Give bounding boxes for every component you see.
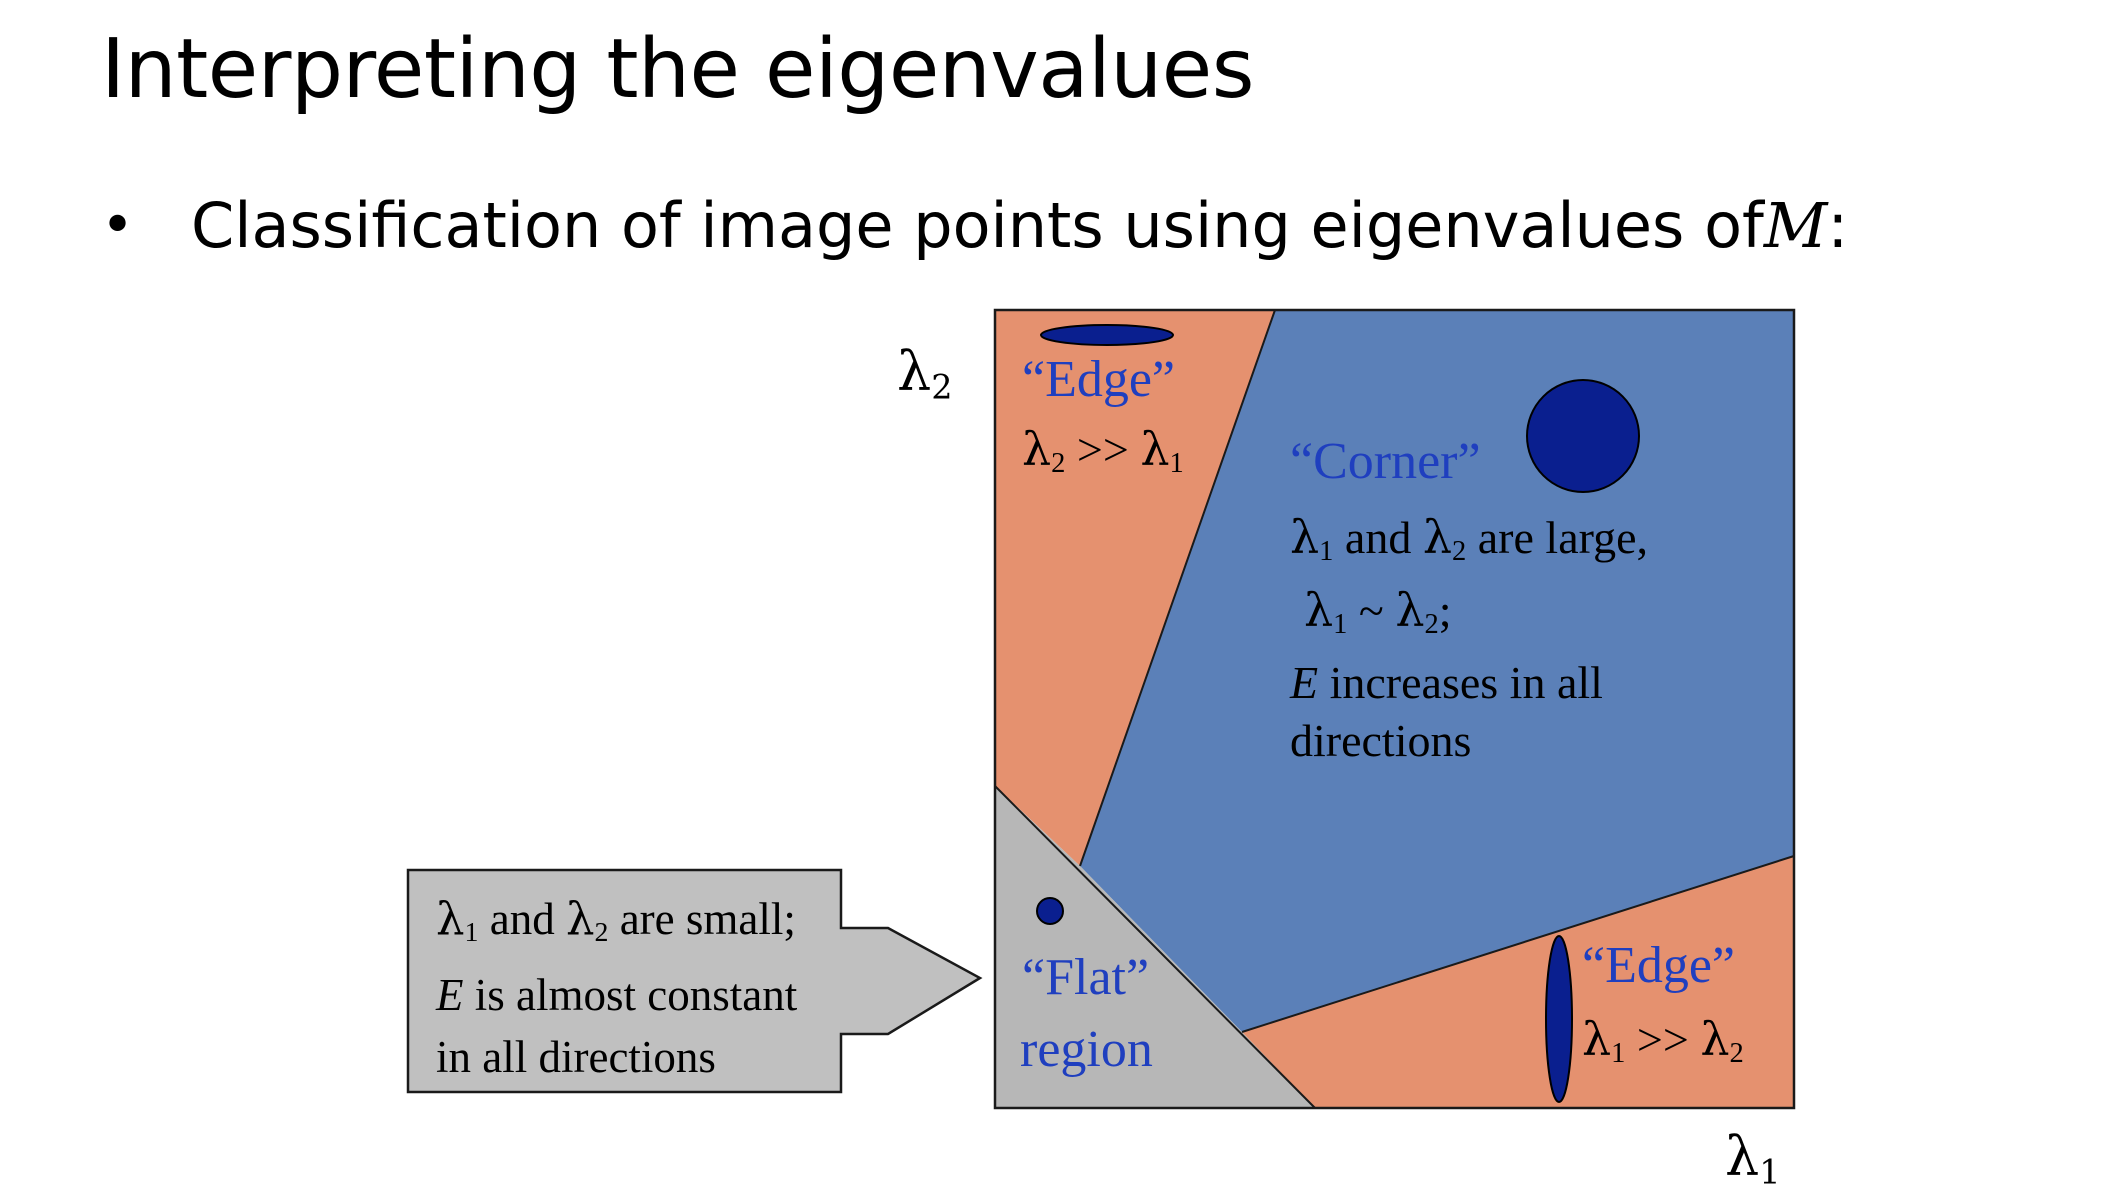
corner-line-1: λ1 and λ2 are large, [1290, 510, 1649, 568]
y-axis-label: λ2 [897, 340, 953, 407]
callout-line-2: E is almost constant [436, 969, 798, 1020]
corner-line-2: λ1 ~ λ2; [1304, 583, 1452, 641]
corner-description: λ1 and λ2 are large, λ1 ~ λ2; E increase… [1290, 508, 1648, 770]
corner-line-3: E increases in all [1290, 657, 1603, 709]
flat-label: “Flat” [1022, 949, 1150, 1006]
horizontal-ellipse-shape [1040, 324, 1174, 346]
callout-text: λ1 and λ2 are small; E is almost constan… [436, 888, 797, 1088]
eigenvalue-diagram [406, 308, 1796, 1110]
edge-bottom-condition: λ1 >> λ2 [1582, 1012, 1744, 1070]
large-circle-shape [1526, 379, 1640, 493]
flat-region-label: region [1020, 1021, 1153, 1078]
edge-bottom-label: “Edge” [1582, 937, 1736, 994]
corner-line-4: directions [1290, 715, 1472, 767]
small-dot-shape [1036, 897, 1064, 925]
edge-top-condition: λ2 >> λ1 [1022, 422, 1184, 480]
edge-top-label: “Edge” [1022, 351, 1176, 408]
corner-label: “Corner” [1290, 433, 1481, 490]
callout-line-1: λ1 and λ2 are small; [436, 892, 796, 948]
x-axis-label: λ1 [1725, 1125, 1781, 1191]
callout-line-3: in all directions [436, 1031, 716, 1082]
vertical-ellipse-shape [1545, 935, 1573, 1103]
